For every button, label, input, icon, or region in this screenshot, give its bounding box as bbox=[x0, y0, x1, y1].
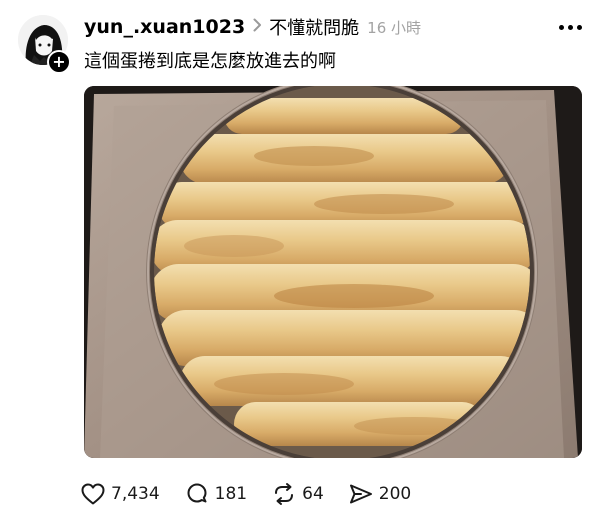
send-icon bbox=[349, 484, 372, 504]
like-count: 7,434 bbox=[111, 484, 160, 504]
reply-count: 181 bbox=[214, 484, 248, 504]
repost-button[interactable]: 64 bbox=[271, 482, 324, 506]
follow-button[interactable]: + bbox=[47, 50, 71, 74]
heart-icon bbox=[81, 483, 105, 505]
share-count: 200 bbox=[378, 484, 412, 504]
more-horizontal-icon[interactable] bbox=[559, 18, 582, 36]
reply-button[interactable]: 181 bbox=[184, 482, 247, 506]
share-button[interactable]: 200 bbox=[348, 482, 411, 506]
post-text: 這個蛋捲到底是怎麼放進去的啊 bbox=[84, 51, 336, 72]
action-bar: 7,434 181 64 200 bbox=[80, 480, 435, 508]
username[interactable]: yun_.xuan1023 bbox=[84, 16, 245, 38]
post-time: 16 小時 bbox=[367, 18, 422, 37]
like-button[interactable]: 7,434 bbox=[80, 482, 160, 506]
thread-post: + yun_.xuan1023 不懂就問脆 16 小時 這個蛋捲到底是怎麼放進去… bbox=[0, 0, 600, 523]
post-image[interactable] bbox=[84, 86, 582, 458]
repost-count: 64 bbox=[302, 484, 324, 504]
comment-bubble-icon bbox=[187, 483, 207, 503]
topic-tag[interactable]: 不懂就問脆 bbox=[269, 14, 359, 40]
chevron-right-icon bbox=[253, 17, 262, 37]
post-header: yun_.xuan1023 不懂就問脆 16 小時 bbox=[84, 14, 421, 40]
repost-arrows-icon bbox=[275, 483, 294, 505]
